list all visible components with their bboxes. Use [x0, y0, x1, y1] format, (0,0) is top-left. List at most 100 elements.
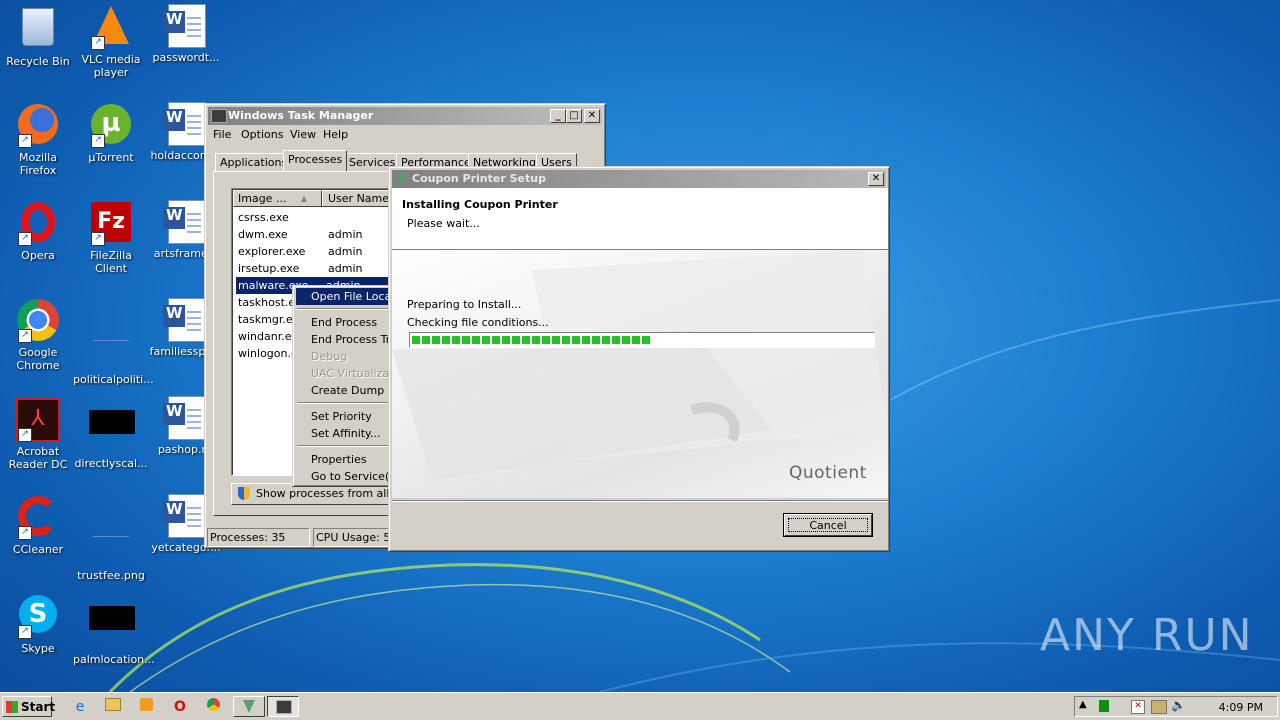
process-image-name: taskmgr.ex — [238, 313, 299, 326]
tray-green-icon[interactable] — [1099, 700, 1109, 712]
desktop-icon-label: directlyscal... — [74, 457, 148, 470]
word-doc-icon: W — [163, 4, 208, 48]
menu-help[interactable]: Help — [323, 128, 348, 141]
task-manager-icon — [211, 109, 227, 123]
status-preparing: Preparing to Install... — [407, 298, 522, 311]
word-doc-icon: W — [163, 200, 208, 244]
desktop-icon-14[interactable]: directlyscal... — [73, 396, 149, 470]
process-row[interactable]: explorer.exe admin — [238, 243, 398, 260]
desktop-icon-17[interactable]: trustfee.png — [73, 494, 149, 582]
desktop-icon-11[interactable]: politicalpoliti... — [73, 298, 154, 386]
desktop-icon-label: µTorrent — [88, 151, 134, 164]
coupon-setup-taskbar-button[interactable] — [233, 696, 265, 717]
shortcut-arrow-icon: ↗ — [18, 526, 32, 540]
shortcut-arrow-icon: ↗ — [18, 134, 32, 148]
process-user-name: admin — [328, 245, 363, 258]
setup-title: Coupon Printer Setup — [412, 172, 546, 185]
desktop-icon-label: trustfee.png — [77, 569, 145, 582]
setup-taskbar-icon — [243, 700, 255, 713]
word-doc-icon: W — [163, 298, 208, 342]
chrome-taskbar-icon[interactable] — [202, 697, 224, 717]
system-tray: ▲ ✕ 🔈 4:09 PM — [1074, 696, 1278, 717]
setup-window[interactable]: Coupon Printer Setup ✕ Installing Coupon… — [388, 166, 890, 552]
minimize-button[interactable]: _ — [550, 109, 566, 123]
process-image-name: windanr.ex — [238, 330, 298, 343]
column-header-user[interactable]: User Name — [322, 190, 392, 207]
setup-app-icon — [396, 173, 406, 185]
process-image-name: csrss.exe — [238, 211, 289, 224]
desktop-icon-4[interactable]: ↗ Mozilla Firefox — [0, 102, 76, 177]
black-thumbnail-icon — [89, 410, 135, 454]
desktop-icon-label: FileZilla Client — [90, 249, 132, 275]
shortcut-arrow-icon: ↗ — [91, 232, 105, 246]
task-manager-taskbar-icon — [276, 700, 292, 714]
shortcut-arrow-icon: ↗ — [18, 232, 32, 246]
menu-file[interactable]: File — [213, 128, 231, 141]
firefox-icon: ↗ — [16, 104, 60, 148]
desktop-icon-2[interactable]: ↗ VLC media player — [73, 4, 149, 79]
tab-applications[interactable]: Applications — [215, 153, 293, 171]
setup-titlebar[interactable]: Coupon Printer Setup ✕ — [392, 170, 886, 188]
menu-view[interactable]: View — [290, 128, 316, 141]
desktop-icon-label: CCleaner — [12, 543, 64, 556]
recycle-bin-icon — [16, 8, 60, 52]
vlc-icon: ↗ — [89, 6, 133, 50]
desktop-icon-16[interactable]: ↗ CCleaner — [0, 494, 76, 556]
clock[interactable]: 4:09 PM — [1219, 701, 1263, 714]
task-manager-taskbar-button[interactable] — [267, 696, 299, 717]
desktop-icon-8[interactable]: Fz ↗ FileZilla Client — [73, 200, 149, 275]
process-image-name: irsetup.exe — [238, 262, 300, 275]
close-button[interactable]: ✕ — [584, 109, 600, 123]
action-center-icon[interactable]: ✕ — [1131, 700, 1145, 714]
desktop-icon-20[interactable]: palmlocation... — [73, 592, 155, 666]
setup-close-button[interactable]: ✕ — [868, 172, 884, 186]
desktop-icon-3[interactable]: Wpasswordt... — [148, 4, 224, 64]
cancel-button[interactable]: Cancel — [783, 513, 873, 537]
word-doc-icon: W — [163, 102, 208, 146]
desktop-icon-label: palmlocation... — [73, 653, 155, 666]
tab-processes[interactable]: Processes — [283, 150, 348, 171]
setup-subheading: Please wait... — [407, 217, 480, 230]
process-user-name: admin — [328, 262, 363, 275]
task-manager-title: Windows Task Manager — [228, 109, 374, 122]
opera-taskbar-icon[interactable]: O — [169, 697, 191, 717]
process-row[interactable]: csrss.exe — [238, 209, 398, 226]
desktop-icon-label: Google Chrome — [16, 346, 60, 372]
desktop-icon-19[interactable]: S ↗ Skype — [0, 592, 76, 655]
desktop-icon-label: Acrobat Reader DC — [8, 445, 68, 471]
filezilla-icon: Fz ↗ — [89, 202, 133, 246]
start-button[interactable]: Start — [2, 696, 55, 717]
menu-options[interactable]: Options — [241, 128, 283, 141]
desktop-icon-label: VLC media player — [81, 53, 141, 79]
media-player-icon[interactable] — [135, 697, 157, 717]
volume-icon[interactable]: 🔈 — [1171, 698, 1186, 712]
task-manager-titlebar[interactable]: Windows Task Manager _ □ ✕ — [208, 107, 602, 125]
desktop-icon-label: passwordt... — [152, 51, 220, 64]
desktop-icon-label: Skype — [21, 642, 55, 655]
desktop-icon-label: Opera — [21, 249, 55, 262]
desktop-icon-13[interactable]: ⅄ ↗ Acrobat Reader DC — [0, 396, 76, 471]
desktop-icon-10[interactable]: ↗ Google Chrome — [0, 298, 76, 372]
column-header-image[interactable]: Image ... ▲ — [233, 190, 322, 207]
network-icon[interactable] — [1151, 700, 1167, 714]
setup-body: Installing Coupon Printer Please wait...… — [392, 188, 888, 498]
explorer-icon[interactable] — [102, 697, 124, 717]
progress-fill — [412, 336, 651, 344]
desktop-icon-label: Mozilla Firefox — [19, 151, 57, 177]
maximize-button[interactable]: □ — [566, 109, 582, 123]
desktop-icon-7[interactable]: ↗ Opera — [0, 200, 76, 262]
setup-background-art — [392, 250, 888, 498]
blank-file-icon — [89, 326, 133, 370]
ie-icon[interactable]: e — [69, 697, 91, 717]
anyrun-watermark: ANY RUN — [1040, 610, 1254, 661]
process-row[interactable]: dwm.exe admin — [238, 226, 398, 243]
process-row[interactable]: irsetup.exe admin — [238, 260, 398, 277]
opera-icon: ↗ — [16, 202, 60, 246]
show-hidden-icons[interactable]: ▲ — [1079, 699, 1087, 710]
desktop-icon-5[interactable]: µ ↗ µTorrent — [73, 102, 149, 164]
shortcut-arrow-icon: ↗ — [91, 36, 105, 50]
process-image-name: dwm.exe — [238, 228, 288, 241]
utorrent-icon: µ ↗ — [89, 104, 133, 148]
shortcut-arrow-icon: ↗ — [91, 134, 105, 148]
desktop-icon-1[interactable]: Recycle Bin — [0, 4, 76, 68]
